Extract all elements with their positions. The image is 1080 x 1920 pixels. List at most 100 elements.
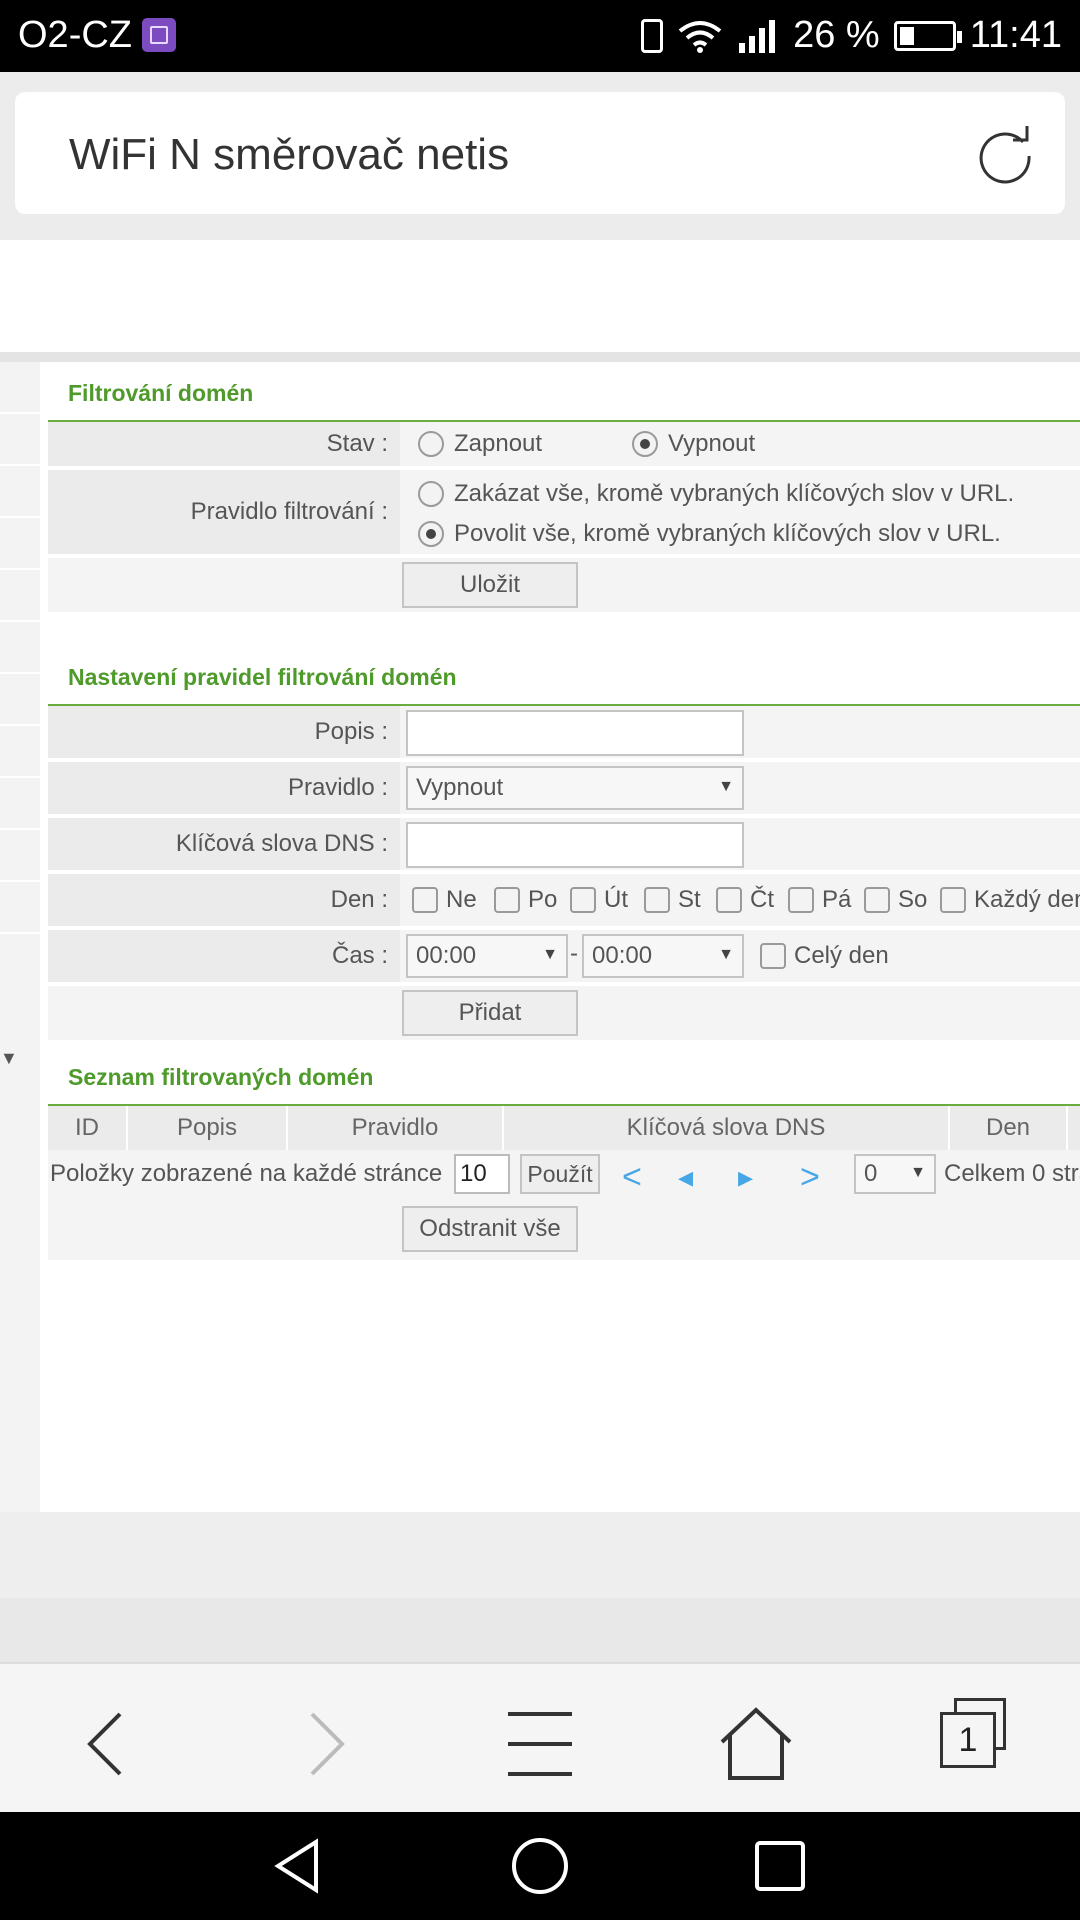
state-row: Stav : Zapnout Vypnout: [48, 422, 1080, 468]
dropdown-caret-icon: ▼: [718, 946, 734, 963]
checkbox-icon[interactable]: [716, 887, 742, 913]
per-page-input[interactable]: 10: [454, 1154, 510, 1194]
save-button[interactable]: Uložit: [402, 562, 578, 608]
day-checkbox-every[interactable]: Každý den: [940, 886, 1080, 914]
checkbox-icon[interactable]: [940, 887, 966, 913]
forward-icon[interactable]: [284, 1704, 364, 1784]
rule-deny-option[interactable]: Zakázat vše, kromě vybraných klíčových s…: [418, 480, 1014, 508]
state-on-option[interactable]: Zapnout: [418, 430, 542, 458]
system-navigation-bar: [0, 1812, 1080, 1920]
first-page-icon[interactable]: <: [622, 1158, 642, 1197]
address-bar[interactable]: WiFi N směrovač netis: [15, 92, 1065, 214]
rule-row: Pravidlo : Vypnout ▼: [48, 762, 1080, 816]
column-header: Popis: [128, 1106, 288, 1150]
checkbox-icon[interactable]: [412, 887, 438, 913]
apply-button[interactable]: Použít: [520, 1154, 600, 1194]
battery-icon: [893, 20, 962, 51]
system-back-icon[interactable]: [270, 1838, 326, 1899]
checkbox-icon[interactable]: [760, 943, 786, 969]
day-label: Den :: [48, 874, 400, 926]
rule-label: Pravidlo :: [48, 762, 400, 814]
day-row: Den : Ne Po Út St Čt Pá So Každý den: [48, 874, 1080, 928]
section-title-rule-settings: Nastavení pravidel filtrování domén: [68, 664, 457, 690]
checkbox-icon[interactable]: [864, 887, 890, 913]
description-row: Popis :: [48, 706, 1080, 760]
checkbox-icon[interactable]: [494, 887, 520, 913]
dns-keywords-label: Klíčová slova DNS :: [48, 818, 400, 870]
previous-page-icon[interactable]: ◂: [678, 1160, 693, 1195]
time-separator: -: [570, 940, 578, 967]
status-bar: O2-CZ 26 % 11:41: [0, 0, 1080, 72]
main-content: Filtrování domén Stav : Zapnout Vypnout …: [40, 362, 1080, 1512]
column-header: Pravidlo: [288, 1106, 504, 1150]
description-input[interactable]: [406, 710, 744, 756]
battery-percent: 26 %: [793, 14, 880, 56]
web-page: ▼ Filtrování domén Stav : Zapnout Vypnou…: [0, 240, 1080, 1598]
pagination-row: Položky zobrazené na každé stránce 10 Po…: [48, 1150, 1080, 1260]
per-page-label: Položky zobrazené na každé stránce: [50, 1160, 443, 1187]
radio-selected-icon[interactable]: [418, 521, 444, 547]
gallery-notification-icon: [142, 18, 176, 52]
checkbox-icon[interactable]: [644, 887, 670, 913]
browser-toolbar: 1: [0, 1662, 1080, 1812]
delete-all-button[interactable]: Odstranit vše: [402, 1206, 578, 1252]
system-home-icon[interactable]: [510, 1836, 570, 1901]
page-footer: [0, 1512, 1080, 1598]
side-menu[interactable]: ▼: [0, 362, 40, 1512]
save-row: Uložit: [48, 558, 1080, 614]
reload-icon[interactable]: [973, 122, 1037, 186]
carrier-name: O2-CZ: [18, 14, 132, 56]
vibrate-icon: [641, 18, 664, 53]
dropdown-caret-icon: ▼: [910, 1164, 926, 1181]
dns-keywords-input[interactable]: [406, 822, 744, 868]
add-button[interactable]: Přidat: [402, 990, 578, 1036]
day-checkbox-thu[interactable]: Čt: [716, 886, 774, 914]
checkbox-icon[interactable]: [570, 887, 596, 913]
section-title-domain-filter: Filtrování domén: [68, 380, 254, 406]
page-title: WiFi N směrovač netis: [69, 130, 510, 179]
rule-select[interactable]: Vypnout ▼: [406, 766, 744, 810]
time-from-select[interactable]: 00:00 ▼: [406, 934, 568, 978]
last-page-icon[interactable]: >: [800, 1158, 820, 1197]
table-header: ID Popis Pravidlo Klíčová slova DNS Den: [48, 1106, 1080, 1150]
day-checkbox-mon[interactable]: Po: [494, 886, 557, 914]
day-checkbox-sat[interactable]: So: [864, 886, 927, 914]
day-checkbox-sun[interactable]: Ne: [412, 886, 477, 914]
checkbox-icon[interactable]: [788, 887, 814, 913]
dns-keywords-row: Klíčová slova DNS :: [48, 818, 1080, 872]
radio-icon[interactable]: [418, 431, 444, 457]
home-icon[interactable]: [716, 1704, 796, 1784]
dropdown-caret-icon: ▼: [718, 778, 734, 795]
section-title-domain-list: Seznam filtrovaných domén: [68, 1064, 374, 1090]
radio-selected-icon[interactable]: [632, 431, 658, 457]
dropdown-caret-icon: ▼: [542, 946, 558, 963]
back-icon[interactable]: [68, 1704, 148, 1784]
filter-rule-row: Pravidlo filtrování : Zakázat vše, kromě…: [48, 470, 1080, 556]
wifi-icon: [677, 19, 723, 53]
description-label: Popis :: [48, 706, 400, 758]
browser-header: WiFi N směrovač netis: [0, 72, 1080, 240]
day-checkbox-wed[interactable]: St: [644, 886, 701, 914]
divider: [0, 352, 1080, 362]
day-checkbox-fri[interactable]: Pá: [788, 886, 851, 914]
column-header: ID: [48, 1106, 128, 1150]
next-page-icon[interactable]: ▸: [738, 1160, 753, 1195]
menu-icon[interactable]: [500, 1704, 580, 1784]
filter-rule-label: Pravidlo filtrování :: [48, 470, 400, 554]
day-checkbox-tue[interactable]: Út: [570, 886, 628, 914]
time-label: Čas :: [48, 930, 400, 982]
state-off-option[interactable]: Vypnout: [632, 430, 755, 458]
rule-allow-option[interactable]: Povolit vše, kromě vybraných klíčových s…: [418, 520, 1001, 548]
system-recents-icon[interactable]: [754, 1840, 806, 1897]
time-row: Čas : 00:00 ▼ - 00:00 ▼ Celý den: [48, 930, 1080, 984]
page-select[interactable]: 0 ▼: [854, 1154, 936, 1194]
time-to-select[interactable]: 00:00 ▼: [582, 934, 744, 978]
chevron-down-icon[interactable]: ▼: [0, 1048, 18, 1069]
state-label: Stav :: [48, 422, 400, 466]
column-header: Den: [950, 1106, 1068, 1150]
signal-icon: [737, 19, 779, 53]
radio-icon[interactable]: [418, 481, 444, 507]
whole-day-checkbox[interactable]: Celý den: [760, 942, 889, 970]
clock: 11:41: [969, 14, 1062, 56]
tab-count[interactable]: 1: [940, 1712, 996, 1768]
